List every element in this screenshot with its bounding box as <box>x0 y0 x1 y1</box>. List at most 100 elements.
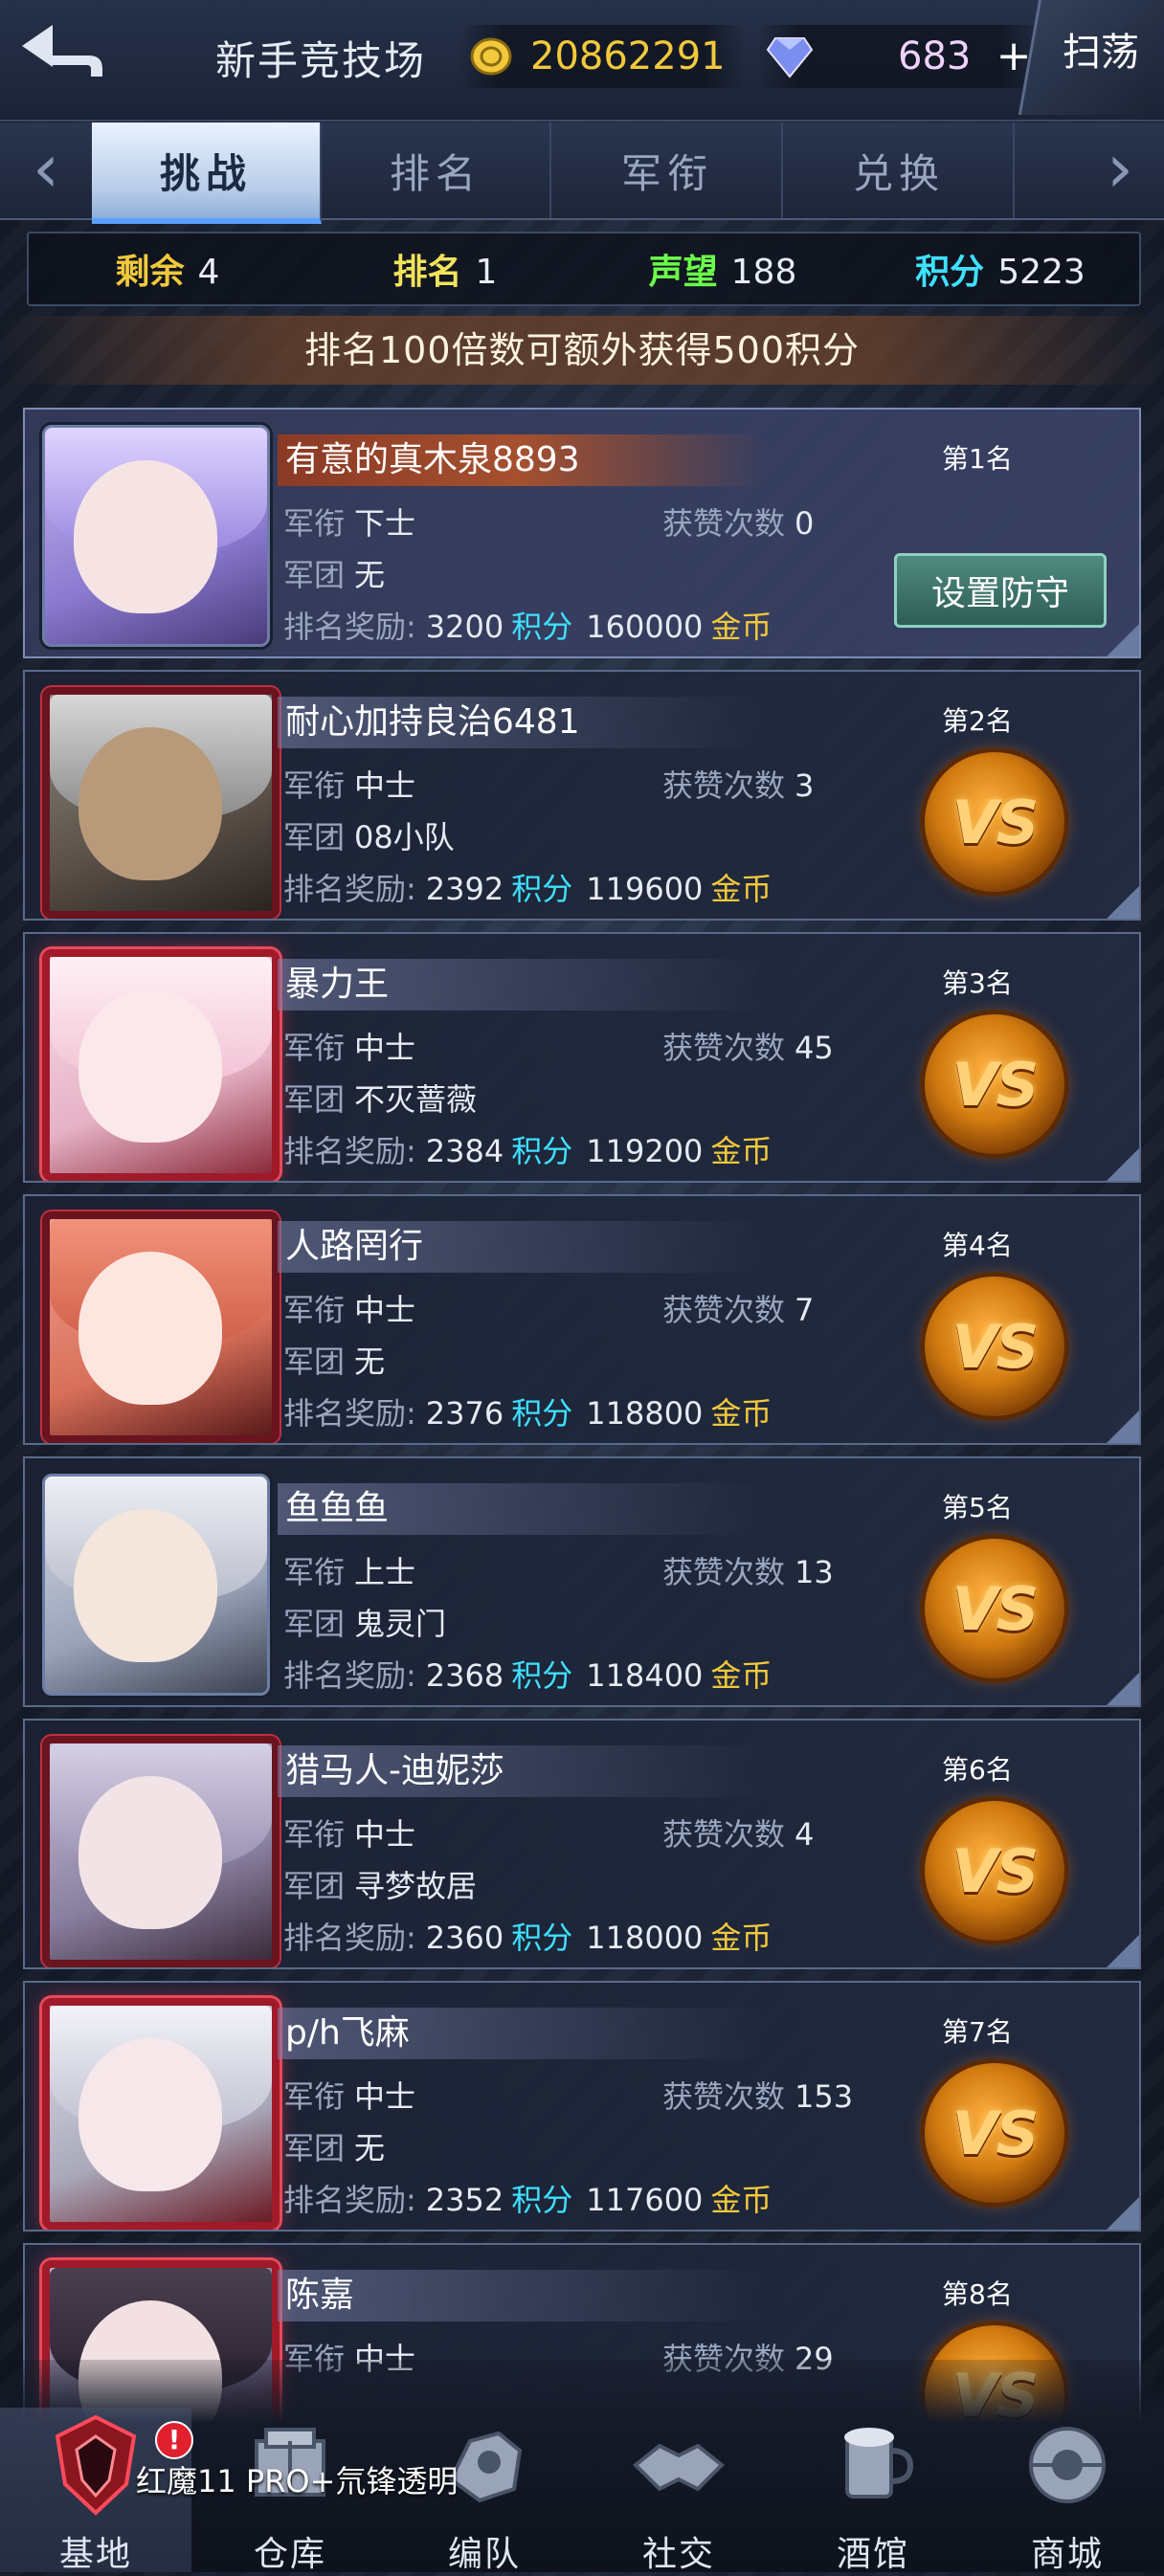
vs-icon: VS <box>951 1835 1040 1906</box>
tab-challenge[interactable]: 挑战 <box>92 122 322 224</box>
likes-row: 获赞次数 153 <box>662 2078 854 2115</box>
set-defense-button[interactable]: 设置防守 <box>894 553 1107 628</box>
vs-icon: VS <box>951 2098 1040 2168</box>
nav-tavern[interactable]: 酒馆 <box>777 2408 969 2574</box>
vs-icon: VS <box>951 1049 1040 1120</box>
rank-place: 第5名 <box>942 1492 1013 1523</box>
bonus-notice: 排名100倍数可额外获得500积分 <box>0 316 1164 385</box>
reward-row: 排名奖励: 2360 积分 118000 金币 <box>283 1920 772 1956</box>
tab-exchange[interactable]: 兑换 <box>785 122 1015 218</box>
guild-row: 军团无 <box>283 2130 386 2166</box>
player-name: 耐心加持良治6481 <box>278 697 764 748</box>
player-card: 人路罔行 军衔 中士 获赞次数 7 军团无 排名奖励: 2376 积分 118800 金币 … <box>23 1194 1141 1445</box>
player-name: 暴力王 <box>278 959 764 1010</box>
guild-row: 军团 08小队 <box>283 819 455 855</box>
player-card: 鱼鱼鱼 军衔 上士 获赞次数 13 军团 鬼灵门 排名奖励: 2368 积分 118400 金… <box>23 1456 1141 1707</box>
tab-bar: ‹ 挑战 排名 军衔 兑换 › <box>0 122 1164 224</box>
rank-place: 第1名 <box>942 443 1013 475</box>
reward-row: 排名奖励: 2368 积分 118400 金币 <box>283 1657 772 1694</box>
likes-row: 获赞次数 0 <box>662 505 815 542</box>
avatar[interactable] <box>42 1998 280 2230</box>
avatar[interactable] <box>42 1211 280 1443</box>
player-name: 鱼鱼鱼 <box>278 1483 764 1535</box>
player-card: 暴力王 军衔 中士 获赞次数 45 军团 不灭蔷薇 排名奖励: 2384 积分 119200… <box>23 932 1141 1183</box>
tab-ranking[interactable]: 排名 <box>322 122 551 218</box>
tab-next-icon[interactable]: › <box>1082 132 1158 209</box>
reward-row: 排名奖励: 3200 积分 160000 金币 <box>283 609 772 645</box>
avatar[interactable] <box>42 949 280 1181</box>
stat-fame: 声望 188 <box>648 253 797 292</box>
vs-icon: VS <box>951 1573 1040 1644</box>
player-name: 猎马人-迪妮莎 <box>278 1745 764 1797</box>
mug-icon <box>844 2428 914 2498</box>
nav-shop[interactable]: 商城 <box>972 2408 1163 2574</box>
rank-place: 第2名 <box>942 705 1013 737</box>
vs-challenge-button[interactable]: VS <box>925 1539 1064 1678</box>
rank-place: 第8名 <box>942 2278 1013 2310</box>
avatar[interactable] <box>42 1736 280 1967</box>
guild-row: 军团 鬼灵门 <box>283 1606 447 1642</box>
gold-amount: 20862291 <box>530 34 726 78</box>
tab-prev-icon[interactable]: ‹ <box>8 132 84 209</box>
avatar[interactable] <box>42 425 270 647</box>
gem-amount: 683 <box>898 34 972 78</box>
rank-place: 第4名 <box>942 1230 1013 1261</box>
player-card: 耐心加持良治6481 军衔 中士 获赞次数 3 军团 08小队 排名奖励: 2392 积分… <box>23 670 1141 921</box>
rank-title-row: 军衔 上士 <box>283 1554 416 1590</box>
rank-title-row: 军衔 中士 <box>283 767 416 804</box>
page-title: 新手竞技场 <box>215 37 427 84</box>
handshake-icon <box>633 2443 725 2492</box>
stat-points: 积分 5223 <box>915 253 1086 292</box>
tab-rank-title[interactable]: 军衔 <box>553 122 783 218</box>
rank-place: 第6名 <box>942 1754 1013 1786</box>
reward-row: 排名奖励: 2384 积分 119200 金币 <box>283 1133 772 1169</box>
top-bar: 新手竞技场 20862291 683 + 扫荡 <box>0 0 1164 122</box>
back-button[interactable] <box>10 13 115 100</box>
gold-display: 20862291 <box>459 25 747 88</box>
alert-badge: ! <box>155 2421 193 2459</box>
player-card: 猎马人-迪妮莎 军衔 中士 获赞次数 4 军团 寻梦故居 排名奖励: 2360 积分 118… <box>23 1719 1141 1969</box>
vs-challenge-button[interactable]: VS <box>925 1014 1064 1154</box>
shop-orb-icon <box>1029 2427 1106 2503</box>
gem-display: 683 + <box>756 25 1043 88</box>
vs-challenge-button[interactable]: VS <box>925 1801 1064 1941</box>
rank-place: 第7名 <box>942 2016 1013 2048</box>
gem-icon <box>766 37 814 78</box>
reward-row: 排名奖励: 2392 积分 119600 金币 <box>283 871 772 907</box>
vs-challenge-button[interactable]: VS <box>925 1277 1064 1416</box>
stat-rank: 排名 1 <box>392 253 498 292</box>
likes-row: 获赞次数 13 <box>662 1554 834 1590</box>
stats-bar: 剩余 4 排名 1 声望 188 积分 5223 <box>27 232 1141 306</box>
guild-row: 军团无 <box>283 557 386 593</box>
rank-title-row: 军衔 中士 <box>283 2078 416 2115</box>
device-watermark: 红魔11 PRO+氘锋透明 <box>136 2463 459 2499</box>
vs-icon: VS <box>951 787 1040 857</box>
rank-title-row: 军衔 中士 <box>283 1292 416 1328</box>
vs-challenge-button[interactable]: VS <box>925 2063 1064 2203</box>
avatar[interactable] <box>42 687 280 919</box>
player-name: p/h飞麻 <box>278 2008 764 2059</box>
likes-row: 获赞次数 3 <box>662 767 815 804</box>
player-card: p/h飞麻 军衔 中士 获赞次数 153 军团无 排名奖励: 2352 积分 117600… <box>23 1981 1141 2232</box>
vs-challenge-button[interactable]: VS <box>925 752 1064 892</box>
likes-row: 获赞次数 4 <box>662 1816 815 1853</box>
rank-title-row: 军衔 中士 <box>283 1816 416 1853</box>
likes-row: 获赞次数 45 <box>662 1030 834 1066</box>
sweep-button[interactable]: 扫荡 <box>1063 21 1139 77</box>
rank-title-row: 军衔 中士 <box>283 1030 416 1066</box>
rank-place: 第3名 <box>942 967 1013 999</box>
vs-icon: VS <box>951 1311 1040 1382</box>
back-arrow-icon <box>22 25 102 77</box>
reward-row: 排名奖励: 2376 积分 118800 金币 <box>283 1395 772 1432</box>
avatar[interactable] <box>42 1474 270 1696</box>
rank-title-row: 军衔 下士 <box>283 505 416 542</box>
coin-icon <box>470 37 512 76</box>
player-name: 陈嘉 <box>278 2270 764 2321</box>
player-name: 有意的真木泉8893 <box>278 434 764 486</box>
player-name: 人路罔行 <box>278 1221 764 1273</box>
nav-social[interactable]: 社交 <box>583 2408 774 2574</box>
player-card: 有意的真木泉8893 军衔 下士 获赞次数 0 军团无 排名奖励: 3200 积分 160… <box>23 408 1141 658</box>
guild-row: 军团无 <box>283 1344 386 1380</box>
guild-row: 军团 寻梦故居 <box>283 1868 478 1904</box>
likes-row: 获赞次数 7 <box>662 1292 815 1328</box>
